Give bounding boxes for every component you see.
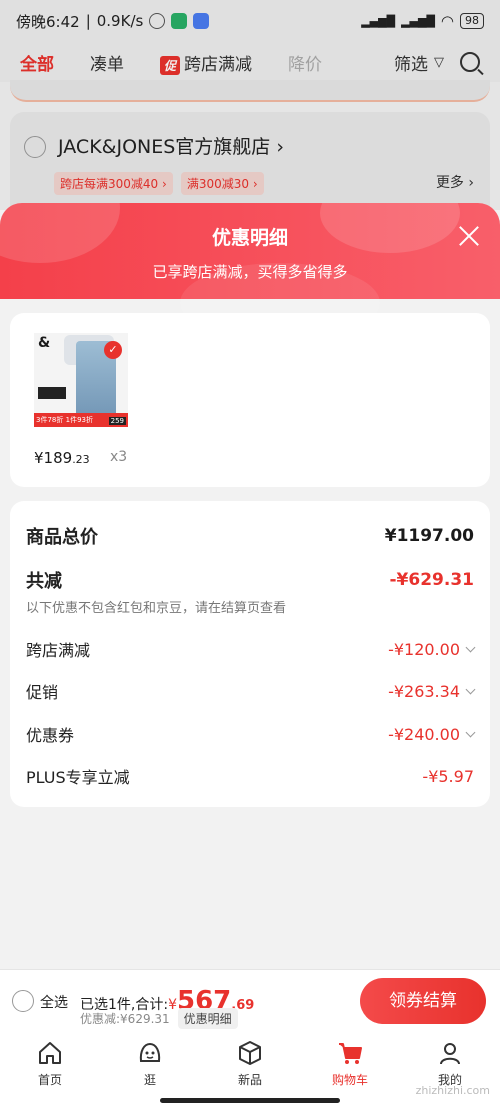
discount-item-row[interactable]: 促销 -¥263.34 [26, 679, 476, 703]
nav-home[interactable]: 首页 [0, 1031, 100, 1111]
discount-detail-button[interactable]: 优惠明细 [177, 1008, 238, 1029]
select-all-radio[interactable] [12, 990, 34, 1012]
box-icon [239, 1041, 261, 1065]
checkout-bar: 全选 已选1件,合计: ¥ 567 .69 优惠减:¥629.31 优惠明细 领… [0, 969, 500, 1031]
cart-icon [339, 1043, 362, 1064]
discount-detail-sheet: 优惠明细 已享跨店满减，买得多省得多 & ✓ 259 3件78折 1件93折 ¥… [0, 203, 500, 969]
discount-item-value: -¥263.34 [388, 682, 476, 701]
thumb-price-badge: 259 [108, 417, 126, 425]
product-thumbnail[interactable]: & ✓ 259 3件78折 1件93折 [34, 333, 128, 427]
discount-item-value: -¥240.00 [388, 725, 476, 744]
nav-me[interactable]: 我的 [400, 1031, 500, 1111]
discount-item-row: PLUS专享立减 -¥5.97 [26, 764, 474, 788]
discount-item-value: -¥5.97 [422, 766, 474, 786]
browse-face-icon [139, 1042, 161, 1062]
sheet-subtitle: 已享跨店满减，买得多省得多 [152, 263, 348, 281]
chevron-down-icon [465, 642, 476, 652]
discount-item-row[interactable]: 跨店满减 -¥120.00 [26, 637, 476, 661]
check-icon: ✓ [104, 341, 122, 359]
checkout-button[interactable]: 领券结算 [360, 978, 486, 1024]
sheet-title: 优惠明细 [211, 227, 288, 249]
user-icon [440, 1043, 460, 1065]
discount-item-label: 促销 [26, 683, 59, 702]
nav-new-label: 新品 [237, 1073, 262, 1087]
discount-note: 以下优惠不包含红包和京豆，请在结算页查看 [26, 601, 287, 616]
product-quantity: x3 [110, 449, 128, 465]
discount-item-value: -¥120.00 [388, 640, 476, 659]
product-card: & ✓ 259 3件78折 1件93折 ¥189.23 x3 [10, 313, 490, 487]
sheet-header: 优惠明细 已享跨店满减，买得多省得多 [0, 203, 500, 343]
discount-line: 优惠减:¥629.31 优惠明细 [80, 1008, 238, 1029]
total-row: 商品总价 ¥1197.00 [26, 523, 474, 549]
total-label: 商品总价 [26, 527, 98, 548]
close-icon[interactable] [456, 223, 482, 249]
reduce-label: 共减 [26, 571, 62, 592]
discount-amount: 优惠减:¥629.31 [80, 1012, 170, 1026]
nav-browse-label: 逛 [143, 1073, 156, 1087]
watermark: zhizhizhi.com [415, 1084, 490, 1097]
discount-item-label: PLUS专享立减 [26, 768, 130, 787]
select-all-label[interactable]: 全选 [40, 992, 68, 1012]
discount-summary: 商品总价 ¥1197.00 共减 -¥629.31 以下优惠不包含红包和京豆，请… [10, 501, 490, 807]
discount-item-row[interactable]: 优惠券 -¥240.00 [26, 722, 476, 746]
home-icon [39, 1042, 61, 1064]
nav-home-label: 首页 [37, 1073, 62, 1087]
brand-logo: & [38, 335, 51, 351]
bottom-nav: 首页 逛 新品 购物车 我的 zhizhizhi.com [0, 1031, 500, 1111]
total-value: ¥1197.00 [384, 526, 474, 546]
badge-graphic [38, 387, 66, 399]
chevron-down-icon [465, 727, 476, 737]
nav-cart-label: 购物车 [331, 1073, 368, 1087]
chevron-down-icon [465, 684, 476, 694]
background-dim [0, 0, 500, 210]
reduce-row: 共减 -¥629.31 [26, 567, 474, 593]
reduce-value: -¥629.31 [389, 570, 475, 590]
discount-item-label: 优惠券 [26, 726, 75, 745]
product-price: ¥189.23 [34, 449, 90, 467]
home-indicator [160, 1098, 340, 1103]
discount-item-label: 跨店满减 [26, 641, 91, 660]
